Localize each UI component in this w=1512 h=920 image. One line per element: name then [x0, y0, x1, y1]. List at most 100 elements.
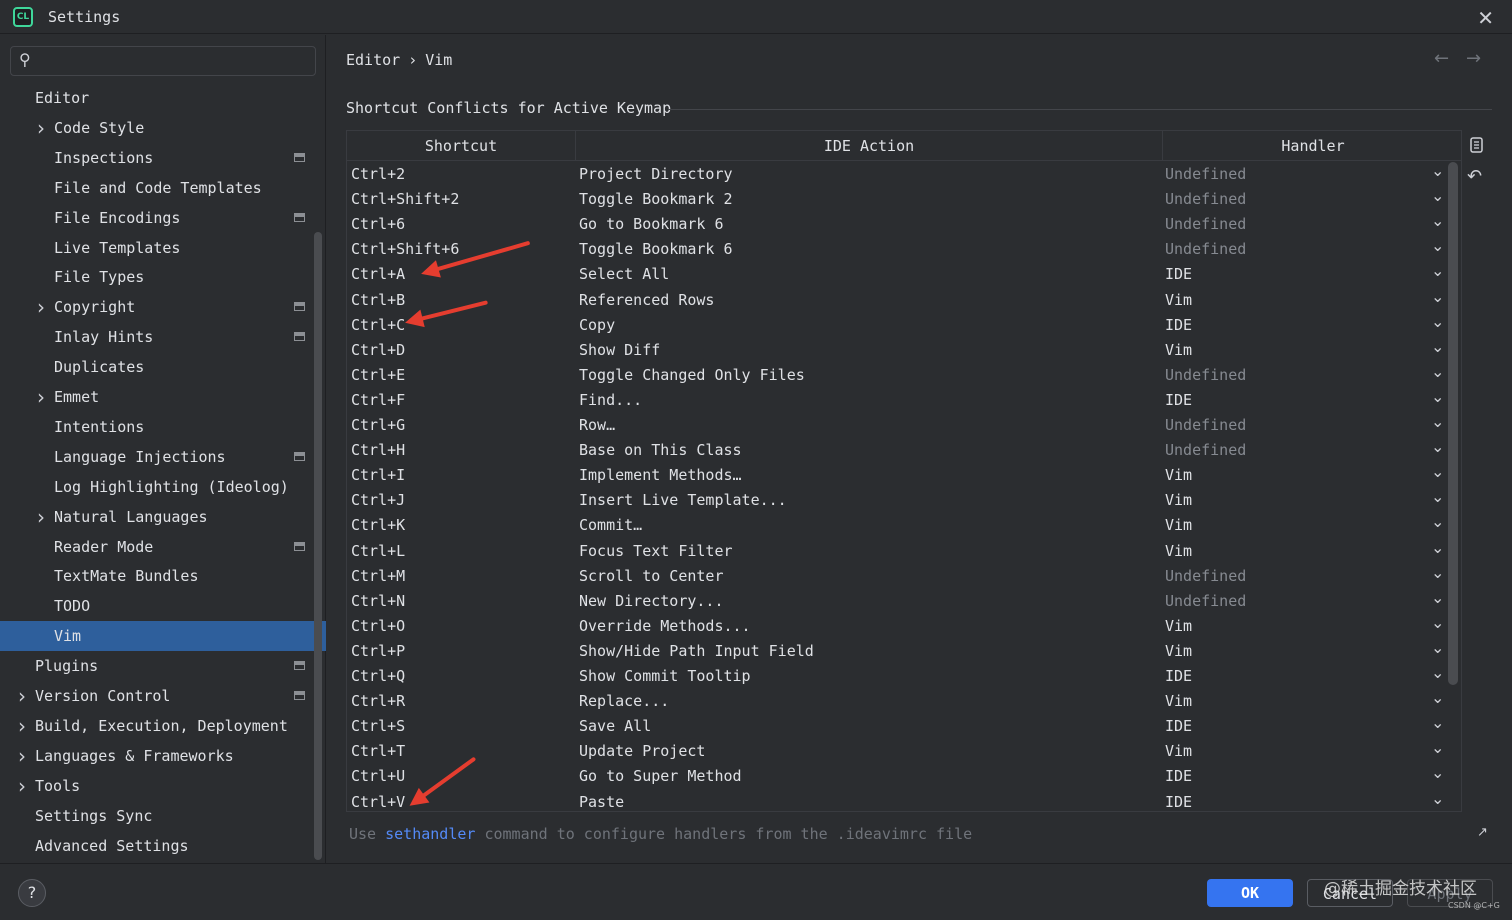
breadcrumb-parent[interactable]: Editor	[346, 51, 400, 69]
search-box[interactable]: ⚲	[10, 46, 316, 76]
handler-dropdown[interactable]: Vim ⌄	[1165, 738, 1445, 764]
sidebar-item[interactable]: Editor	[0, 83, 326, 113]
table-row[interactable]: Ctrl+O Override Methods... Vim ⌄	[347, 613, 1451, 639]
sidebar-item[interactable]: Advanced Settings	[0, 831, 326, 861]
handler-dropdown[interactable]: Vim ⌄	[1165, 462, 1445, 488]
handler-dropdown[interactable]: Vim ⌄	[1165, 487, 1445, 513]
table-row[interactable]: Ctrl+J Insert Live Template... Vim ⌄	[347, 487, 1451, 513]
chevron-right-icon[interactable]: ›	[18, 741, 26, 771]
table-row[interactable]: Ctrl+N New Directory... Undefined ⌄	[347, 588, 1451, 614]
sidebar-item[interactable]: TODO	[0, 591, 326, 621]
sidebar-item[interactable]: File and Code Templates	[0, 173, 326, 203]
handler-dropdown[interactable]: Vim ⌄	[1165, 512, 1445, 538]
column-header-ide-action[interactable]: IDE Action	[576, 131, 1163, 161]
sidebar-item[interactable]: Log Highlighting (Ideolog)	[0, 472, 326, 502]
search-input[interactable]	[45, 50, 305, 72]
table-row[interactable]: Ctrl+6 Go to Bookmark 6 Undefined ⌄	[347, 211, 1451, 237]
handler-dropdown[interactable]: Vim ⌄	[1165, 638, 1445, 664]
sidebar-item[interactable]: TextMate Bundles	[0, 561, 326, 591]
handler-dropdown[interactable]: Undefined ⌄	[1165, 236, 1445, 262]
ok-button[interactable]: OK	[1207, 879, 1293, 907]
handler-dropdown[interactable]: Undefined ⌄	[1165, 588, 1445, 614]
sidebar-item[interactable]: › Tools	[0, 771, 326, 801]
table-row[interactable]: Ctrl+B Referenced Rows Vim ⌄	[347, 287, 1451, 313]
arrow-left-icon[interactable]: ←	[1434, 48, 1449, 69]
handler-dropdown[interactable]: IDE ⌄	[1165, 663, 1445, 689]
sidebar-item[interactable]: Vim	[0, 621, 326, 652]
table-row[interactable]: Ctrl+Shift+2 Toggle Bookmark 2 Undefined ⌄	[347, 186, 1451, 212]
chevron-right-icon[interactable]: ›	[37, 113, 45, 143]
sidebar-item[interactable]: Settings Sync	[0, 801, 326, 831]
sidebar-item[interactable]: › Emmet	[0, 382, 326, 412]
sethandler-link[interactable]: sethandler	[385, 825, 475, 843]
table-row[interactable]: Ctrl+K Commit… Vim ⌄	[347, 512, 1451, 538]
sidebar-item[interactable]: Language Injections	[0, 442, 326, 472]
handler-dropdown[interactable]: Vim ⌄	[1165, 337, 1445, 363]
handler-dropdown[interactable]: Undefined ⌄	[1165, 563, 1445, 589]
table-row[interactable]: Ctrl+V Paste IDE ⌄	[347, 789, 1451, 812]
reset-icon[interactable]: ↶	[1467, 166, 1482, 187]
chevron-right-icon[interactable]: ›	[37, 292, 45, 322]
sidebar-item[interactable]: Inlay Hints	[0, 322, 326, 352]
copy-icon[interactable]	[1468, 137, 1484, 155]
handler-dropdown[interactable]: Vim ⌄	[1165, 538, 1445, 564]
arrow-right-icon[interactable]: →	[1466, 48, 1481, 69]
table-row[interactable]: Ctrl+Q Show Commit Tooltip IDE ⌄	[347, 663, 1451, 689]
sidebar-item[interactable]: › Version Control	[0, 681, 326, 711]
handler-dropdown[interactable]: Vim ⌄	[1165, 287, 1445, 313]
table-row[interactable]: Ctrl+E Toggle Changed Only Files Undefined…	[347, 362, 1451, 388]
sidebar-item[interactable]: Duplicates	[0, 352, 326, 382]
table-row[interactable]: Ctrl+D Show Diff Vim ⌄	[347, 337, 1451, 363]
sidebar-item[interactable]: Intentions	[0, 412, 326, 442]
chevron-right-icon[interactable]: ›	[18, 711, 26, 741]
table-row[interactable]: Ctrl+H Base on This Class Undefined ⌄	[347, 437, 1451, 463]
sidebar-item[interactable]: File Types	[0, 262, 326, 292]
handler-dropdown[interactable]: Vim ⌄	[1165, 688, 1445, 714]
handler-dropdown[interactable]: IDE ⌄	[1165, 713, 1445, 739]
table-row[interactable]: Ctrl+M Scroll to Center Undefined ⌄	[347, 563, 1451, 589]
table-row[interactable]: Ctrl+I Implement Methods… Vim ⌄	[347, 462, 1451, 488]
table-row[interactable]: Ctrl+P Show/Hide Path Input Field Vim ⌄	[347, 638, 1451, 664]
sidebar-item[interactable]: › Copyright	[0, 292, 326, 322]
chevron-right-icon[interactable]: ›	[37, 382, 45, 412]
sidebar-scrollbar[interactable]	[314, 232, 322, 860]
chevron-right-icon[interactable]: ›	[18, 681, 26, 711]
table-row[interactable]: Ctrl+2 Project Directory Undefined ⌄	[347, 161, 1451, 187]
handler-dropdown[interactable]: IDE ⌄	[1165, 312, 1445, 338]
chevron-right-icon[interactable]: ›	[18, 771, 26, 801]
sidebar-item[interactable]: › Languages & Frameworks	[0, 741, 326, 771]
sidebar-item[interactable]: › Natural Languages	[0, 502, 326, 532]
handler-dropdown[interactable]: Undefined ⌄	[1165, 412, 1445, 438]
table-row[interactable]: Ctrl+Shift+6 Toggle Bookmark 6 Undefined ⌄	[347, 236, 1451, 262]
handler-dropdown[interactable]: IDE ⌄	[1165, 763, 1445, 789]
column-header-shortcut[interactable]: Shortcut	[347, 131, 576, 161]
handler-dropdown[interactable]: IDE ⌄	[1165, 789, 1445, 812]
help-button[interactable]: ?	[18, 879, 46, 907]
table-row[interactable]: Ctrl+R Replace... Vim ⌄	[347, 688, 1451, 714]
sidebar-item[interactable]: Live Templates	[0, 233, 326, 263]
sidebar-item[interactable]: File Encodings	[0, 203, 326, 233]
table-row[interactable]: Ctrl+F Find... IDE ⌄	[347, 387, 1451, 413]
handler-dropdown[interactable]: IDE ⌄	[1165, 387, 1445, 413]
table-scrollbar[interactable]	[1448, 162, 1458, 685]
table-row[interactable]: Ctrl+S Save All IDE ⌄	[347, 713, 1451, 739]
handler-dropdown[interactable]: Undefined ⌄	[1165, 186, 1445, 212]
table-row[interactable]: Ctrl+A Select All IDE ⌄	[347, 261, 1451, 287]
table-row[interactable]: Ctrl+T Update Project Vim ⌄	[347, 738, 1451, 764]
table-row[interactable]: Ctrl+L Focus Text Filter Vim ⌄	[347, 538, 1451, 564]
handler-dropdown[interactable]: Vim ⌄	[1165, 613, 1445, 639]
chevron-right-icon[interactable]: ›	[37, 502, 45, 532]
sidebar-item[interactable]: Reader Mode	[0, 532, 326, 562]
table-row[interactable]: Ctrl+C Copy IDE ⌄	[347, 312, 1451, 338]
handler-dropdown[interactable]: IDE ⌄	[1165, 261, 1445, 287]
sidebar-item[interactable]: Plugins	[0, 651, 326, 681]
expand-icon[interactable]: ↗	[1477, 825, 1488, 840]
column-header-handler[interactable]: Handler	[1163, 131, 1461, 161]
handler-dropdown[interactable]: Undefined ⌄	[1165, 437, 1445, 463]
sidebar-item[interactable]: Inspections	[0, 143, 326, 173]
table-row[interactable]: Ctrl+U Go to Super Method IDE ⌄	[347, 763, 1451, 789]
sidebar-item[interactable]: › Code Style	[0, 113, 326, 143]
handler-dropdown[interactable]: Undefined ⌄	[1165, 362, 1445, 388]
handler-dropdown[interactable]: Undefined ⌄	[1165, 211, 1445, 237]
handler-dropdown[interactable]: Undefined ⌄	[1165, 161, 1445, 187]
